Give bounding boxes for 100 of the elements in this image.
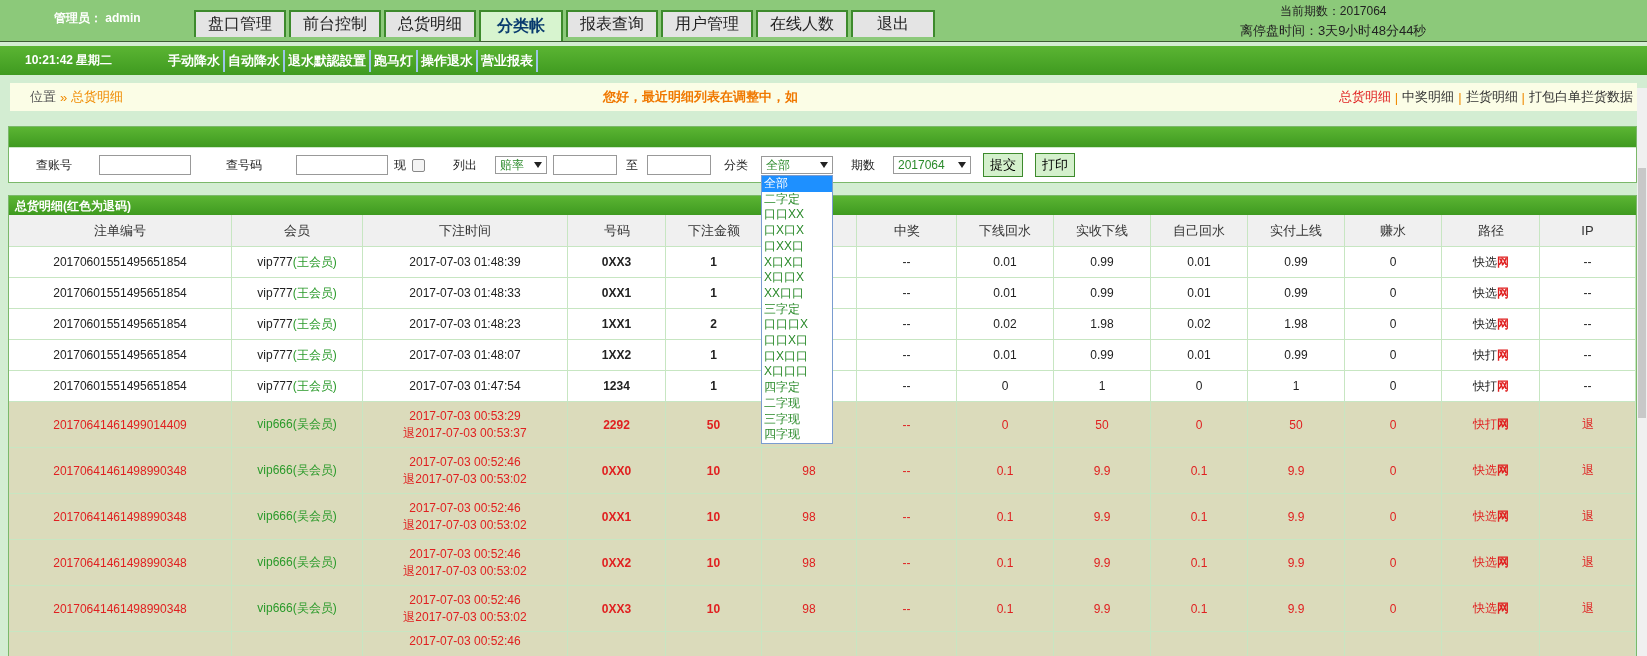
nav-link[interactable]: 营业报表 — [478, 49, 538, 72]
time-cell: 2017-07-03 01:48:39 — [409, 253, 521, 271]
table-cell: 0.99 — [1090, 286, 1114, 300]
table-cell: 0.99 — [1284, 255, 1308, 269]
show-label: 现 — [393, 156, 407, 174]
range-label: 至 — [625, 156, 639, 174]
dropdown-option[interactable]: 四字现 — [762, 427, 832, 443]
table-cell: 0XX3 — [601, 601, 632, 616]
range-from-input[interactable] — [553, 155, 617, 175]
table-cell: 1.98 — [1090, 317, 1114, 331]
account-label: 查账号 — [35, 156, 73, 174]
table-cell: 0 — [1389, 255, 1397, 269]
table-cell: 0.99 — [1284, 348, 1308, 362]
table-cell: 20170601551495651854 — [53, 348, 187, 362]
route-cell: 快打网 — [1472, 416, 1509, 433]
table-cell: 50 — [1289, 417, 1303, 432]
route-cell: 快选网 — [1472, 508, 1509, 525]
member-cell: vip666(吴会员) — [257, 462, 337, 479]
table-cell: -- — [902, 255, 911, 269]
member-cell: vip666(吴会员) — [257, 554, 337, 571]
caret-icon — [534, 162, 542, 168]
table-cell: 1XX1 — [601, 317, 632, 331]
dropdown-option[interactable]: 二字定 — [762, 191, 832, 208]
table-cell: 98 — [802, 601, 816, 616]
table-cell: 0.02 — [1187, 317, 1211, 331]
dropdown-option[interactable]: XX口口 — [762, 285, 832, 302]
dropdown-option[interactable]: 三字现 — [762, 411, 832, 428]
scrollbar[interactable] — [1637, 88, 1647, 656]
nav-tab[interactable]: 分类帐 — [479, 10, 563, 41]
dropdown-option[interactable]: 全部 — [762, 176, 832, 192]
action-button[interactable]: 打印 — [1035, 153, 1075, 177]
table-cell: -- — [1583, 255, 1592, 269]
account-input[interactable] — [99, 155, 191, 175]
dropdown-option[interactable]: 口X口口 — [762, 348, 832, 365]
show-checkbox[interactable] — [412, 158, 425, 172]
table-cell: 20170601551495651854 — [53, 255, 187, 269]
table-cell: -- — [902, 348, 911, 362]
action-button[interactable]: 提交 — [983, 153, 1023, 177]
table-cell: 50 — [1095, 417, 1109, 432]
list-select[interactable]: 赔率 — [495, 156, 547, 174]
dropdown-option[interactable]: 二字现 — [762, 395, 832, 412]
nav-link[interactable]: 跑马灯 — [371, 49, 418, 72]
dropdown-option[interactable]: 四字定 — [762, 380, 832, 396]
table-cell: 0.01 — [993, 286, 1017, 300]
breadcrumb-current: 总货明细 — [71, 88, 124, 106]
nav-tab[interactable]: 用户管理 — [661, 10, 753, 37]
table-cell: 9.9 — [1093, 509, 1111, 524]
nav-link[interactable]: 自动降水 — [225, 49, 285, 72]
category-select[interactable]: 全部 — [761, 156, 833, 174]
table-cell: 0XX1 — [601, 286, 632, 300]
table-cell: -- — [902, 417, 911, 432]
link-separator: | — [1521, 89, 1525, 105]
dropdown-option[interactable]: X口口口 — [762, 364, 832, 381]
table-cell: -- — [902, 555, 911, 570]
period-select[interactable]: 2017064 — [893, 156, 971, 174]
nav-link[interactable]: 手动降水 — [165, 49, 225, 72]
detail-link[interactable]: 打包白单拦货数据 — [1529, 88, 1633, 106]
dropdown-option[interactable]: X口口X — [762, 270, 832, 286]
route-cell: 快选网 — [1472, 554, 1509, 571]
member-cell: vip666(吴会员) — [257, 600, 337, 617]
table-cell: 0XX1 — [601, 509, 632, 524]
detail-link[interactable]: 总货明细 — [1338, 88, 1391, 106]
table-cell: 0XX0 — [601, 463, 632, 478]
table-cell: 0.01 — [1187, 348, 1211, 362]
range-to-input[interactable] — [647, 155, 711, 175]
nav-tab[interactable]: 在线人数 — [756, 10, 848, 37]
table-cell: 9.9 — [1093, 555, 1111, 570]
detail-link[interactable]: 拦货明细 — [1465, 88, 1518, 106]
clock-text: 10:21:42 星期二 — [25, 52, 114, 69]
table-cell: -- — [1583, 317, 1592, 331]
number-input[interactable] — [296, 155, 388, 175]
table-cell: 9.9 — [1287, 601, 1305, 616]
table-cell: 退 — [1581, 462, 1594, 479]
table-cell: 0 — [1001, 379, 1009, 393]
nav-tab[interactable]: 报表查询 — [566, 10, 658, 37]
current-period: 当前期数：2017064 — [1279, 3, 1387, 20]
table-cell: -- — [1583, 286, 1592, 300]
nav-tab[interactable]: 盘口管理 — [194, 10, 286, 37]
dropdown-option[interactable]: X口X口 — [762, 254, 832, 271]
table-cell: -- — [902, 317, 911, 331]
nav-link[interactable]: 操作退水 — [418, 49, 478, 72]
nav-tab[interactable]: 前台控制 — [289, 10, 381, 37]
table-cell: 10 — [706, 601, 721, 616]
dropdown-option[interactable]: 口XX口 — [762, 238, 832, 255]
dropdown-option[interactable]: 口口XX — [762, 207, 832, 224]
nav-link[interactable]: 退水默認設置 — [285, 49, 371, 72]
detail-link[interactable]: 中奖明细 — [1402, 88, 1455, 106]
table-cell: 1 — [710, 255, 717, 269]
dropdown-option[interactable]: 三字定 — [762, 301, 832, 318]
time-cell: 2017-07-03 01:48:07 — [409, 346, 521, 364]
nav-tab[interactable]: 总货明细 — [384, 10, 476, 37]
dropdown-option[interactable]: 口X口X — [762, 223, 832, 239]
table-cell: 20170641461498990348 — [53, 555, 187, 570]
breadcrumb-separator: » — [60, 89, 68, 105]
dropdown-option[interactable]: 口口X口 — [762, 333, 832, 349]
table-cell: 20170641461498990348 — [53, 601, 187, 616]
table-cell: 退 — [1581, 554, 1594, 571]
nav-tab[interactable]: 退出 — [851, 10, 935, 37]
table-cell: 1 — [710, 348, 717, 362]
dropdown-option[interactable]: 口口口X — [762, 317, 832, 334]
